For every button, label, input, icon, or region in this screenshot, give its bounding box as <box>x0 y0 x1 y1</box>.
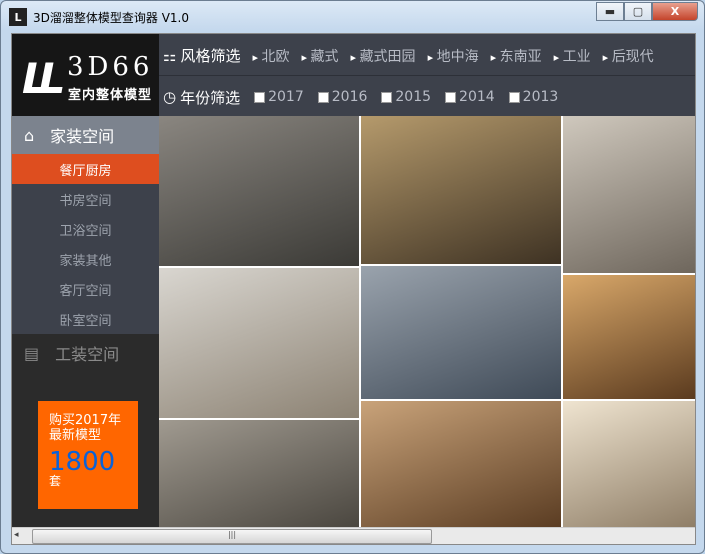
promo-count: 1800 <box>49 447 116 477</box>
minimize-button[interactable]: ▬ <box>596 2 624 21</box>
list-icon: ▤ <box>24 343 40 363</box>
maximize-button[interactable]: ▢ <box>624 2 652 21</box>
brand-name: 3D66 <box>67 52 154 82</box>
home-icon: ⌂ <box>24 125 35 145</box>
checkbox[interactable] <box>317 91 329 103</box>
brand-logo: LL 3D66 室内整体模型 <box>12 34 159 116</box>
promo-unit: 套 <box>49 474 62 488</box>
year-label: 2014 <box>459 89 495 105</box>
style-filter-item[interactable]: 东南亚 <box>491 46 542 66</box>
model-thumbnail[interactable] <box>563 401 695 528</box>
window-title: 3D溜溜整体模型查询器 V1.0 <box>33 10 189 25</box>
year-filter-row: ◷ 年份筛选 2017 2016 2015 2014 2013 <box>159 77 558 117</box>
style-filter-item[interactable]: 工业 <box>554 46 591 66</box>
sidebar: ⌂ 家装空间 餐厅厨房 书房空间 卫浴空间 家装其他 客厅空间 卧室空间 ▤ 工装空间 购买2… <box>12 116 159 544</box>
model-thumbnail[interactable] <box>361 266 561 399</box>
clock-icon: ◷ <box>163 88 177 106</box>
style-filter-label: 风格筛选 <box>180 47 241 65</box>
sidebar-item[interactable]: 家装其他 <box>12 244 159 274</box>
model-thumbnail[interactable] <box>563 116 695 273</box>
model-thumbnail[interactable] <box>361 401 561 528</box>
grid-icon: ⚏ <box>163 46 177 65</box>
style-filter-item[interactable]: 地中海 <box>428 46 479 66</box>
brand-subtitle: 室内整体模型 <box>68 88 153 103</box>
model-thumbnail[interactable] <box>159 420 359 528</box>
year-checkbox-2016[interactable]: 2016 <box>317 89 368 105</box>
horizontal-scrollbar[interactable]: ◂ ||| <box>12 527 695 544</box>
year-label: 2017 <box>268 89 304 105</box>
app-logo-icon: L <box>9 8 27 26</box>
model-thumbnail[interactable] <box>563 275 695 399</box>
section-label: 家装空间 <box>50 127 115 146</box>
style-filter-item[interactable]: 北欧 <box>252 46 290 66</box>
promo-banner[interactable]: 购买2017年最新模型 1800套 <box>38 401 138 509</box>
title-bar: L 3D溜溜整体模型查询器 V1.0 <box>9 8 189 26</box>
sidebar-item[interactable]: 卧室空间 <box>12 304 159 334</box>
model-thumbnail[interactable] <box>159 268 359 418</box>
close-button[interactable]: X <box>652 2 698 21</box>
model-thumbnail[interactable] <box>159 116 359 266</box>
year-checkbox-2013[interactable]: 2013 <box>508 89 559 105</box>
year-label: 2013 <box>522 89 559 105</box>
style-filter-item[interactable]: 后现代 <box>603 46 654 66</box>
year-filter-label: 年份筛选 <box>180 88 241 107</box>
style-filter-item[interactable]: 藏式田园 <box>351 46 416 66</box>
sidebar-section-commercial[interactable]: ▤ 工装空间 <box>12 334 159 372</box>
sidebar-item[interactable]: 餐厅厨房 <box>12 154 159 184</box>
sidebar-section-home[interactable]: ⌂ 家装空间 <box>12 116 159 154</box>
year-checkbox-2014[interactable]: 2014 <box>445 89 495 105</box>
scrollbar-thumb[interactable]: ||| <box>32 529 432 544</box>
checkbox[interactable] <box>445 91 457 103</box>
year-checkbox-2015[interactable]: 2015 <box>381 89 431 105</box>
sidebar-item[interactable]: 客厅空间 <box>12 274 159 304</box>
model-thumbnail-grid <box>159 116 695 528</box>
logo-mark: LL <box>22 54 65 103</box>
promo-text: 购买2017年最新模型 <box>49 413 122 443</box>
model-thumbnail[interactable] <box>361 116 561 264</box>
sidebar-item[interactable]: 卫浴空间 <box>12 214 159 244</box>
style-filter-row: ⚏风格筛选 北欧藏式藏式田园地中海东南亚工业后现代 <box>159 36 695 76</box>
section-label: 工装空间 <box>55 345 120 364</box>
checkbox[interactable] <box>254 91 266 103</box>
year-label: 2015 <box>395 89 432 105</box>
sidebar-item[interactable]: 书房空间 <box>12 184 159 214</box>
year-checkbox-2017[interactable]: 2017 <box>254 89 304 105</box>
year-label: 2016 <box>331 89 368 105</box>
style-filter-item[interactable]: 藏式 <box>302 46 339 66</box>
app-window: L 3D溜溜整体模型查询器 V1.0 ▬ ▢ X LL 3D66 室内整体模型 … <box>0 0 705 554</box>
filter-panel: ⚏风格筛选 北欧藏式藏式田园地中海东南亚工业后现代 ◷年份筛选 2017 2016… <box>159 34 695 117</box>
scroll-left-icon[interactable]: ◂ <box>14 530 19 540</box>
checkbox[interactable] <box>508 91 520 103</box>
checkbox[interactable] <box>381 91 393 103</box>
